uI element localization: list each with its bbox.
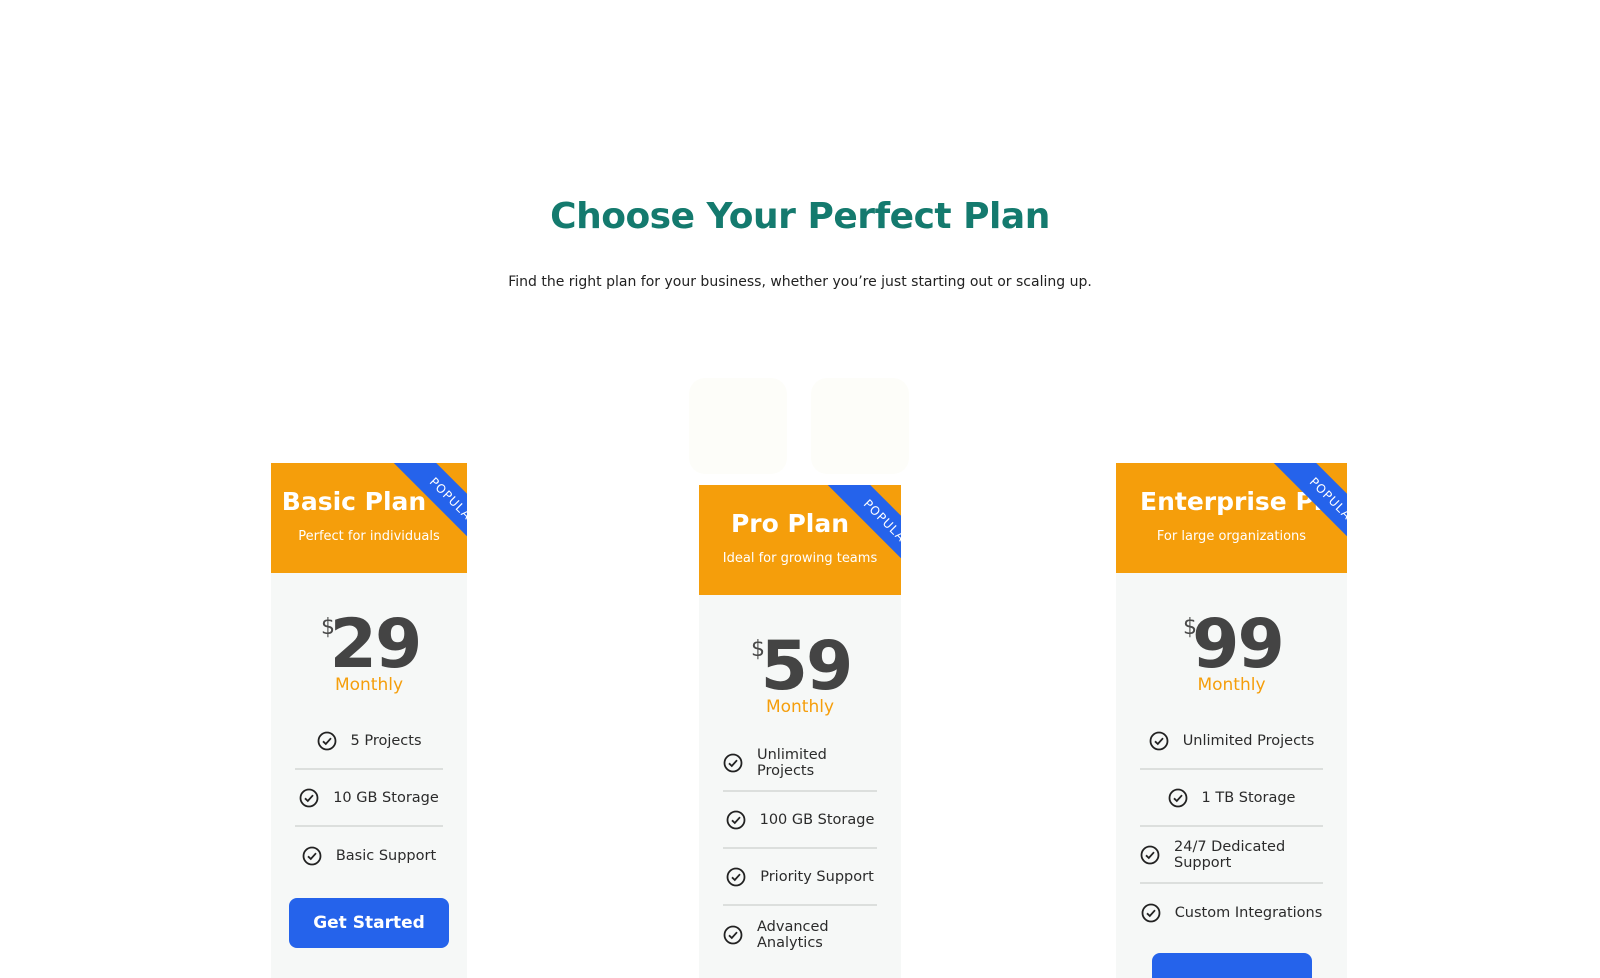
check-circle-icon xyxy=(317,731,336,750)
page-title: Choose Your Perfect Plan xyxy=(550,196,1050,237)
page-subtitle: Find the right plan for your business, w… xyxy=(508,274,1092,290)
popular-ribbon: POPULAR xyxy=(1247,463,1347,563)
feature-label: Advanced Analytics xyxy=(757,918,829,951)
feature-label: 5 Projects xyxy=(350,732,422,749)
card-header: Pro Plan Ideal for growing teams POPULAR xyxy=(699,485,901,595)
feature-item: 10 GB Storage xyxy=(295,770,443,827)
feature-label: Unlimited Projects xyxy=(757,746,827,779)
feature-item: 24/7 Dedicated Support xyxy=(1140,827,1323,884)
price-amount: 29 xyxy=(329,605,423,684)
popular-ribbon: POPULAR xyxy=(367,463,467,563)
popular-badge: POPULAR xyxy=(1270,463,1347,563)
feature-label: 100 GB Storage xyxy=(759,811,875,828)
check-circle-icon xyxy=(1140,845,1160,864)
feature-item: Advanced Analytics xyxy=(723,906,877,963)
card-header: Basic Plan Perfect for individuals POPUL… xyxy=(271,463,467,573)
get-started-button-partial[interactable] xyxy=(1151,953,1312,978)
check-circle-icon xyxy=(299,788,319,807)
check-circle-icon xyxy=(1168,788,1187,807)
price-amount: 99 xyxy=(1192,605,1285,684)
feature-item: Custom Integrations xyxy=(1140,884,1323,941)
feature-list: Unlimited Projects 100 GB Storage Priori… xyxy=(723,735,877,963)
pricing-card-enterprise: Enterprise Plan For large organizations … xyxy=(1116,463,1347,978)
check-circle-icon xyxy=(1149,731,1169,750)
feature-label: 10 GB Storage xyxy=(333,789,439,806)
check-circle-icon xyxy=(726,867,746,886)
feature-item: Unlimited Projects xyxy=(1140,713,1323,770)
feature-item: Priority Support xyxy=(723,849,877,906)
card-header: Enterprise Plan For large organizations … xyxy=(1116,463,1347,573)
check-circle-icon xyxy=(726,810,745,829)
price-block: $ 59 Monthly xyxy=(699,595,901,735)
feature-item: Unlimited Projects xyxy=(723,735,877,792)
popular-badge: POPULAR xyxy=(390,463,467,563)
decorative-tile xyxy=(811,378,909,474)
feature-label: Unlimited Projects xyxy=(1182,732,1315,749)
feature-list: 5 Projects 10 GB Storage Basic Support xyxy=(295,713,443,884)
price-amount: 59 xyxy=(760,627,854,706)
feature-label: Basic Support xyxy=(335,847,437,864)
billing-period: Monthly xyxy=(1197,675,1266,695)
check-circle-icon xyxy=(1141,903,1161,922)
feature-list: Unlimited Projects 1 TB Storage 24/7 Ded… xyxy=(1140,713,1323,941)
check-circle-icon xyxy=(302,846,322,865)
feature-label: 24/7 Dedicated Support xyxy=(1174,838,1286,871)
feature-label: Custom Integrations xyxy=(1174,904,1323,921)
feature-item: 5 Projects xyxy=(295,713,443,770)
popular-ribbon: POPULAR xyxy=(801,485,901,585)
billing-period: Monthly xyxy=(765,697,835,717)
check-circle-icon xyxy=(723,925,743,944)
get-started-button[interactable]: Get Started xyxy=(289,898,449,948)
decorative-tile xyxy=(689,378,787,474)
feature-item: 100 GB Storage xyxy=(723,792,877,849)
feature-item: 1 TB Storage xyxy=(1140,770,1323,827)
pricing-card-basic: Basic Plan Perfect for individuals POPUL… xyxy=(271,463,467,978)
popular-badge: POPULAR xyxy=(824,485,901,585)
feature-label: Priority Support xyxy=(760,868,874,885)
feature-item: Basic Support xyxy=(295,827,443,884)
price-block: $ 99 Monthly xyxy=(1116,573,1347,713)
feature-label: 1 TB Storage xyxy=(1201,789,1296,806)
pricing-card-pro: Pro Plan Ideal for growing teams POPULAR… xyxy=(699,485,901,978)
billing-period: Monthly xyxy=(334,675,404,695)
check-circle-icon xyxy=(723,753,743,772)
price-block: $ 29 Monthly xyxy=(271,573,467,713)
